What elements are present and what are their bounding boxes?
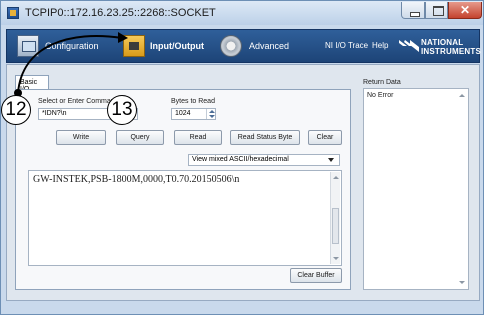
minimize-button[interactable]	[401, 2, 425, 19]
bytes-to-read-label: Bytes to Read	[171, 98, 215, 105]
window-title: TCPIP0::172.16.23.25::2268::SOCKET	[25, 7, 216, 19]
command-label: Select or Enter Command	[38, 98, 119, 105]
scroll-up-icon	[333, 176, 339, 179]
return-data-display[interactable]: No Error	[363, 88, 469, 290]
scroll-thumb[interactable]	[332, 208, 339, 244]
basic-io-panel: Select or Enter Command *IDN?\n Bytes to…	[15, 89, 351, 290]
national-instruments-logo: NATIONAL INSTRUMENTS	[399, 36, 481, 58]
configuration-label: Configuration	[45, 41, 99, 51]
read-button[interactable]: Read	[174, 130, 222, 145]
maximize-button[interactable]	[425, 2, 448, 19]
view-mode-value: View mixed ASCII/hexadecimal	[192, 156, 289, 163]
logo-line-1: NATIONAL	[421, 38, 464, 47]
tab-basic-io[interactable]: Basic I/O	[15, 75, 49, 93]
view-mode-select[interactable]: View mixed ASCII/hexadecimal	[188, 154, 340, 166]
clear-buffer-button[interactable]: Clear Buffer	[290, 268, 342, 283]
scroll-down-icon	[459, 281, 465, 284]
ni-io-trace-label: NI I/O Trace	[325, 41, 369, 50]
read-status-byte-button[interactable]: Read Status Byte	[230, 130, 300, 145]
input-output-icon	[123, 35, 145, 57]
query-button[interactable]: Query	[116, 130, 164, 145]
response-scrollbar[interactable]	[330, 172, 340, 264]
return-data-label: Return Data	[363, 79, 401, 86]
close-icon: ✕	[459, 3, 471, 17]
write-button[interactable]: Write	[56, 130, 106, 145]
main-toolbar: Configuration Input/Output Advanced NI I…	[6, 29, 481, 63]
gear-icon	[220, 35, 242, 57]
close-button[interactable]: ✕	[448, 2, 482, 19]
response-display[interactable]: GW-INSTEK,PSB-1800M,0000,T0.70.20150506\…	[28, 170, 342, 266]
app-icon	[7, 7, 19, 19]
advanced-label: Advanced	[249, 41, 290, 51]
chevron-down-icon	[328, 158, 334, 162]
scroll-up-icon	[459, 94, 465, 97]
title-bar[interactable]: TCPIP0::172.16.23.25::2268::SOCKET ✕	[1, 1, 483, 25]
response-text: GW-INSTEK,PSB-1800M,0000,T0.70.20150506\…	[33, 174, 240, 185]
visa-test-panel-window: TCPIP0::172.16.23.25::2268::SOCKET ✕ Con…	[0, 0, 484, 315]
configuration-icon	[17, 35, 39, 57]
step-callout-12: 12	[1, 95, 31, 125]
content-area: Basic I/O Select or Enter Command *IDN?\…	[6, 64, 480, 301]
bytes-to-read-value: 1024	[175, 110, 191, 117]
ni-eagle-logo	[399, 40, 419, 52]
return-data-value: No Error	[367, 92, 394, 99]
input-output-label: Input/Output	[150, 41, 204, 51]
bytes-stepper-icon[interactable]	[206, 109, 215, 119]
step-callout-13: 13	[107, 95, 137, 125]
help-label: Help	[372, 41, 389, 50]
return-data-scrollbar[interactable]	[457, 90, 467, 288]
clear-button[interactable]: Clear	[308, 130, 342, 145]
logo-line-2: INSTRUMENTS	[421, 47, 481, 56]
scroll-down-icon	[333, 257, 339, 260]
